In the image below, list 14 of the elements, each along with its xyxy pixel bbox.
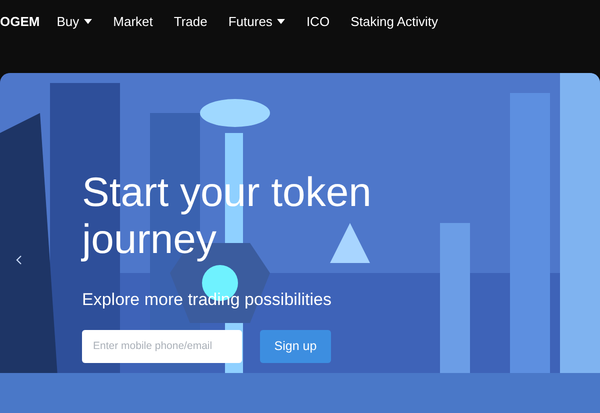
caret-icon	[84, 19, 92, 24]
nav-link[interactable]: Buy	[56, 12, 92, 32]
nav-link[interactable]: ICO	[306, 12, 330, 32]
nav-link[interactable]: Futures	[228, 12, 286, 32]
nav-link[interactable]: Trade	[174, 12, 208, 32]
carousel-previous-button[interactable]	[14, 253, 24, 267]
hero-title: Start your token journey	[82, 169, 372, 263]
caret-icon	[277, 19, 286, 24]
logo[interactable]: OGEM	[0, 12, 40, 32]
nav-link[interactable]: Market	[113, 12, 153, 32]
nav-link[interactable]: Staking Activity	[350, 12, 438, 32]
contact-input-field[interactable]: Enter mobile phone/email	[82, 330, 242, 362]
hero-subtitle: Explore more trading possibilities	[82, 289, 332, 311]
chevron-left-icon	[16, 255, 22, 265]
